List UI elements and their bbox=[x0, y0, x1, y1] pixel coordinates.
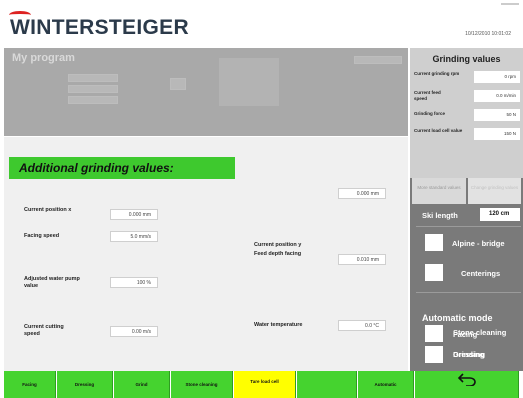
program-title: My program bbox=[12, 52, 75, 64]
current-position-y-field[interactable]: 0.000 mm bbox=[338, 188, 386, 199]
date-time: 10/12/2010 10:01:02 bbox=[465, 31, 511, 37]
value-label-load-cell: Current load cell value bbox=[414, 128, 463, 133]
program-ghost-field bbox=[354, 56, 402, 64]
value-label-grinding-force: Grinding force bbox=[414, 111, 446, 116]
field-label-facing-speed: Facing speed bbox=[24, 233, 60, 239]
alpine-bridge-label: Alpine - bridge bbox=[452, 239, 505, 248]
centerings-label: Centerings bbox=[461, 269, 501, 278]
feed-depth-facing-field[interactable]: 0.010 mm bbox=[338, 254, 386, 265]
stone-cleaning-button[interactable]: Stone cleaning bbox=[171, 371, 233, 398]
facing-button[interactable]: Facing bbox=[4, 371, 56, 398]
divider bbox=[416, 292, 521, 293]
alpine-bridge-checkbox[interactable] bbox=[425, 234, 443, 251]
dialog-title: Additional grinding values: bbox=[9, 157, 235, 179]
window-handle-icon bbox=[501, 3, 519, 6]
back-button[interactable] bbox=[415, 371, 519, 398]
grinding-values-title: Grinding values bbox=[432, 54, 501, 64]
additional-grinding-values-dialog: Additional grinding values: Current posi… bbox=[4, 137, 408, 371]
empty-button[interactable] bbox=[297, 371, 357, 398]
app-header: WINTERSTEIGER 10/12/2010 10:01:02 bbox=[0, 0, 523, 48]
tab-more-standard-values[interactable]: More standard values bbox=[412, 178, 466, 204]
tab-change-grinding-values[interactable]: Change grinding values bbox=[468, 178, 521, 204]
bottom-toolbar: Facing Dressing Grind Stone cleaning Tar… bbox=[0, 371, 523, 398]
field-label-water-temperature: Water temperature bbox=[254, 322, 303, 328]
current-cutting-speed-field[interactable]: 0.00 m/s bbox=[110, 326, 158, 337]
automatic-button[interactable]: Automatic bbox=[358, 371, 414, 398]
field-label-current-cutting-speed: Current cutting speed bbox=[24, 324, 64, 337]
grinding-force-value: 50 N bbox=[474, 109, 520, 121]
program-ghost-field bbox=[68, 74, 118, 82]
divider bbox=[416, 226, 521, 227]
brand-logo: WINTERSTEIGER bbox=[10, 16, 189, 39]
ski-length-field[interactable]: 120 cm bbox=[480, 208, 520, 221]
grinding-values-panel: Grinding values Current grinding rpm 0 r… bbox=[410, 48, 523, 371]
ski-length-label: Ski length bbox=[422, 211, 458, 220]
adjusted-water-pump-field[interactable]: 100 % bbox=[110, 277, 158, 288]
grinding-mode-label: Grinding bbox=[453, 350, 485, 359]
load-cell-value: 150 N bbox=[474, 128, 520, 140]
current-position-x-field[interactable]: 0.000 mm bbox=[110, 209, 158, 220]
feed-speed-value: 0.0 m/min bbox=[474, 90, 520, 102]
program-ghost-field bbox=[68, 85, 118, 93]
program-panel: My program bbox=[4, 48, 408, 136]
field-label-feed-depth-facing: Feed depth facing bbox=[254, 251, 302, 257]
program-ghost-field bbox=[68, 96, 118, 104]
centerings-checkbox[interactable] bbox=[425, 264, 443, 281]
stone-cleaning-mode-label: Stone cleaning bbox=[453, 328, 507, 337]
value-label-grinding-rpm: Current grinding rpm bbox=[414, 71, 460, 76]
field-label-current-position-y: Current position y bbox=[254, 242, 302, 248]
back-arrow-icon bbox=[457, 371, 477, 398]
field-label-adjusted-water-pump: Adjusted water pump value bbox=[24, 276, 80, 289]
grinding-checkbox[interactable] bbox=[425, 346, 443, 363]
automatic-mode-title: Automatic mode bbox=[422, 313, 493, 323]
program-ghost-icon bbox=[170, 78, 186, 90]
grind-button[interactable]: Grind bbox=[114, 371, 170, 398]
tare-load-cell-button[interactable]: Tare load cell bbox=[234, 371, 296, 398]
dressing-button[interactable]: Dressing bbox=[57, 371, 113, 398]
grinding-rpm-value: 0 rpm bbox=[474, 71, 520, 83]
field-label-current-position-x: Current position x bbox=[24, 207, 72, 213]
facing-speed-field[interactable]: 5.0 mm/s bbox=[110, 231, 158, 242]
program-ghost-list bbox=[219, 58, 279, 106]
facing-checkbox[interactable] bbox=[425, 325, 443, 342]
value-label-feed-speed: Current feed speed bbox=[414, 90, 441, 101]
water-temperature-field[interactable]: 0.0 °C bbox=[338, 320, 386, 331]
